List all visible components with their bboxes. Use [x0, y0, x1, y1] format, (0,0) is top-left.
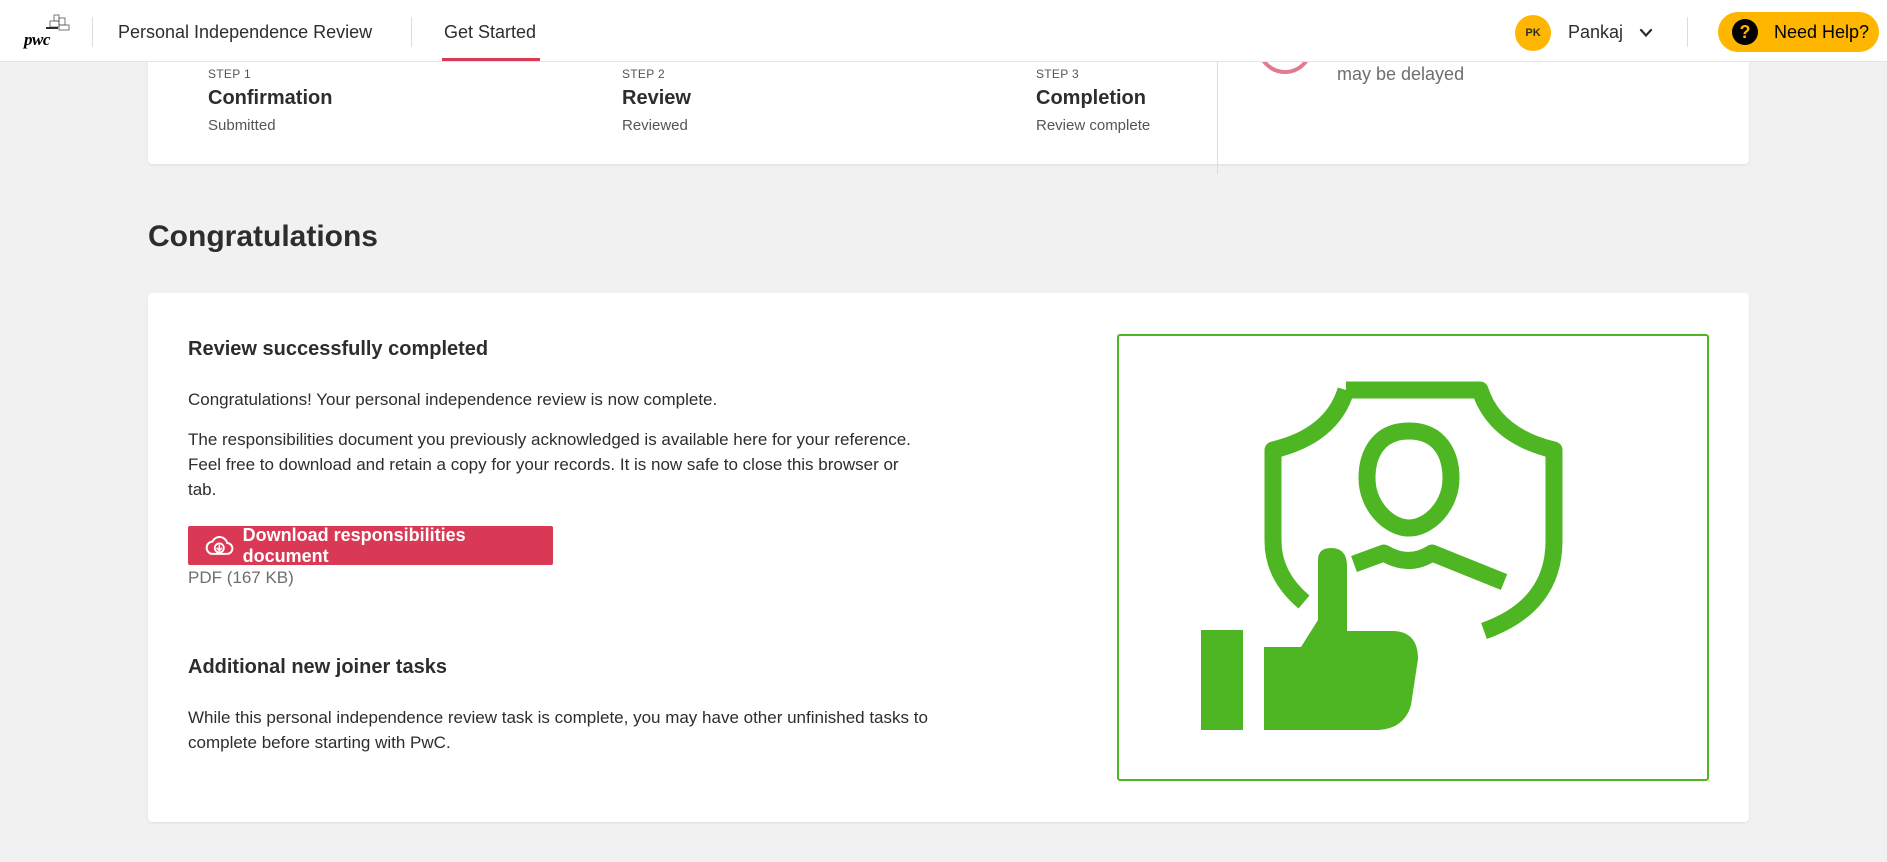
need-help-button[interactable]: ? Need Help?	[1718, 12, 1879, 52]
user-avatar[interactable]: PK	[1515, 15, 1551, 51]
page-heading: Congratulations	[148, 220, 378, 253]
pwc-logo-text: pwc	[24, 30, 50, 49]
question-icon: ?	[1732, 19, 1758, 45]
step-status: Review complete	[1036, 117, 1151, 134]
cloud-download-icon	[205, 535, 234, 555]
download-document-button[interactable]: Download responsibilities document	[188, 524, 553, 566]
step-status: Reviewed	[622, 117, 688, 134]
step-number: STEP 3	[1036, 67, 1079, 81]
review-description: The responsibilities document you previo…	[188, 430, 911, 499]
tab-get-started[interactable]: Get Started	[444, 22, 536, 43]
pwc-logo[interactable]: pwc	[24, 14, 72, 50]
joiner-tasks-title: Additional new joiner tasks	[188, 656, 447, 678]
step-completion: STEP 3 Completion Review complete	[1036, 67, 1150, 134]
step-title: Completion	[1036, 87, 1146, 109]
step-title: Review	[622, 87, 691, 109]
user-name[interactable]: Pankaj	[1568, 22, 1623, 43]
review-complete-message: Congratulations! Your personal independe…	[188, 390, 718, 409]
step-confirmation: STEP 1 Confirmation Submitted	[208, 67, 332, 134]
joiner-tasks-description: While this personal independence review …	[188, 708, 928, 752]
step-number: STEP 2	[622, 67, 665, 81]
active-tab-indicator	[442, 58, 540, 61]
header-divider	[92, 17, 93, 47]
chevron-down-icon[interactable]	[1638, 26, 1654, 40]
illustration-frame	[1117, 334, 1709, 781]
step-review: STEP 2 Review Reviewed	[622, 67, 691, 134]
download-button-label: Download responsibilities document	[242, 524, 466, 566]
completion-card: Review successfully completed Congratula…	[148, 293, 1749, 822]
header-divider	[411, 17, 412, 47]
step-number: STEP 1	[208, 67, 251, 81]
review-complete-title: Review successfully completed	[188, 338, 489, 360]
top-header: pwc Personal Independence Review Get Sta…	[0, 0, 1887, 62]
status-delay-note: may be delayed	[1337, 64, 1465, 84]
need-help-label: Need Help?	[1774, 21, 1870, 42]
file-meta: PDF (167 KB)	[188, 568, 294, 587]
header-divider	[1687, 17, 1688, 47]
step-title: Confirmation	[208, 87, 333, 109]
steps-divider	[1217, 62, 1218, 174]
step-status: Submitted	[208, 117, 276, 134]
app-title: Personal Independence Review	[118, 22, 373, 42]
shield-person-thumbs-up-icon	[1201, 381, 1563, 730]
